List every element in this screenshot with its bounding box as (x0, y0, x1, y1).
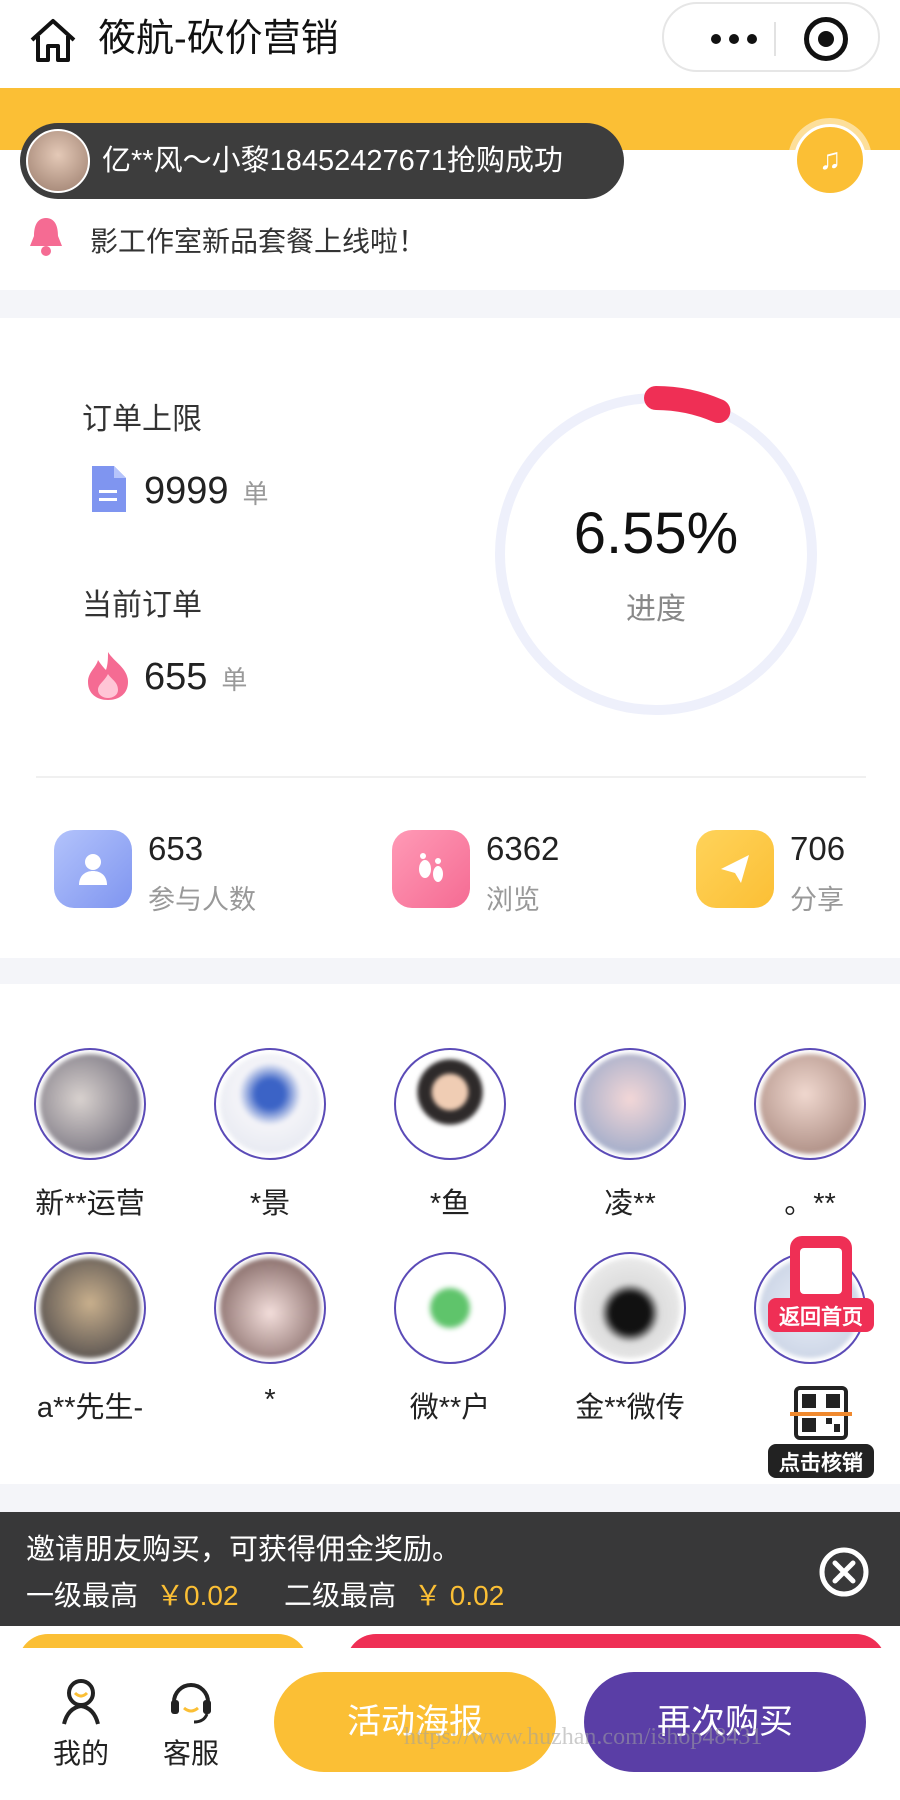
back-home-button[interactable]: 返回首页 (766, 1232, 876, 1340)
level2-label: 二级最高 (284, 1580, 397, 1611)
tab-service-label: 客服 (162, 1738, 219, 1769)
progress-value: 6.55% (573, 501, 739, 566)
views-count: 6362 (486, 830, 560, 867)
divider (36, 776, 866, 778)
order-limit-label: 订单上限 (82, 403, 202, 436)
participant-name: 金**微传 (575, 1392, 685, 1424)
avatar[interactable] (214, 1252, 326, 1364)
fire-icon (88, 652, 128, 700)
document-icon (92, 466, 126, 512)
nav-header: 筱航-砍价营销 (0, 0, 900, 90)
avatar[interactable] (394, 1048, 506, 1160)
share-arrow-icon (696, 830, 774, 908)
order-limit-value-row: 9999 单 (144, 470, 269, 513)
avatar[interactable] (574, 1048, 686, 1160)
participant-name: *鱼 (429, 1188, 471, 1220)
avatar (26, 129, 90, 193)
tab-mine-label: 我的 (52, 1738, 109, 1769)
level1-value: ￥0.02 (156, 1580, 239, 1611)
music-button[interactable]: ♫ (794, 124, 866, 196)
back-home-label: 返回首页 (779, 1305, 863, 1329)
participants-label: 参与人数 (148, 885, 256, 915)
commission-level2: 二级最高 ￥ 0.02 (284, 1574, 504, 1614)
tab-mine[interactable]: 我的 (36, 1676, 126, 1772)
activity-poster-button[interactable]: 活动海报 (274, 1672, 556, 1772)
progress-label: 进度 (626, 593, 686, 626)
participant-name: *景 (249, 1188, 291, 1220)
current-orders-value: 655 (144, 656, 208, 698)
current-orders-label: 当前订单 (82, 589, 202, 622)
footprint-icon (392, 830, 470, 908)
target-icon[interactable] (804, 17, 848, 61)
page-title: 筱航-砍价营销 (98, 18, 339, 60)
purchase-toast: 亿**风～小黎18452427671抢购成功 (20, 123, 624, 199)
level1-label: 一级最高 (26, 1580, 139, 1611)
more-dots-icon[interactable] (694, 22, 774, 56)
commission-bar: 邀请朋友购买，可获得佣金奖励。 一级最高 ￥0.02 二级最高 ￥ 0.02 (0, 1512, 900, 1626)
mini-program-capsule (662, 2, 880, 72)
avatar[interactable] (574, 1252, 686, 1364)
user-icon (62, 1679, 100, 1725)
participant-name: 微**户 (409, 1392, 491, 1424)
participant-name: 。** (784, 1188, 836, 1220)
order-limit-value: 9999 (144, 470, 229, 512)
commission-level1: 一级最高 ￥0.02 (26, 1574, 239, 1614)
current-orders-unit: 单 (221, 665, 248, 695)
shares-label: 分享 (790, 885, 844, 915)
participant-name: a**先生- (36, 1392, 144, 1424)
avatar[interactable] (34, 1252, 146, 1364)
shares-count: 706 (790, 830, 846, 867)
order-limit-unit: 单 (242, 479, 269, 509)
participant-name: 新**运营 (35, 1188, 145, 1220)
buy-again-button[interactable]: 再次购买 (584, 1672, 866, 1772)
participant-name: * (264, 1384, 276, 1416)
current-orders-value-row: 655 单 (144, 656, 247, 699)
notice-text: 影工作室新品套餐上线啦！ (90, 226, 427, 257)
music-note-icon: ♫ (818, 143, 842, 176)
participants-count: 653 (148, 830, 204, 867)
capsule-divider (774, 22, 776, 56)
person-icon (54, 830, 132, 908)
watermark-text: https://www.huzhan.com/ishop48431 (404, 1724, 763, 1750)
headset-icon (171, 1683, 211, 1724)
avatar[interactable] (754, 1048, 866, 1160)
tab-service[interactable]: 客服 (146, 1676, 236, 1772)
avatar[interactable] (394, 1252, 506, 1364)
commission-title: 邀请朋友购买，可获得佣金奖励。 (26, 1534, 462, 1566)
avatar[interactable] (34, 1048, 146, 1160)
views-label: 浏览 (486, 885, 540, 915)
scan-verify-button[interactable]: 点击核销 (766, 1384, 876, 1484)
bell-icon (30, 218, 62, 256)
close-icon[interactable] (818, 1546, 870, 1598)
participant-name: 凌** (604, 1188, 656, 1220)
avatar[interactable] (214, 1048, 326, 1160)
toast-text: 亿**风～小黎18452427671抢购成功 (102, 145, 563, 177)
home-icon[interactable] (26, 14, 80, 68)
scan-label: 点击核销 (779, 1451, 863, 1475)
level2-value: ￥ 0.02 (414, 1580, 505, 1611)
